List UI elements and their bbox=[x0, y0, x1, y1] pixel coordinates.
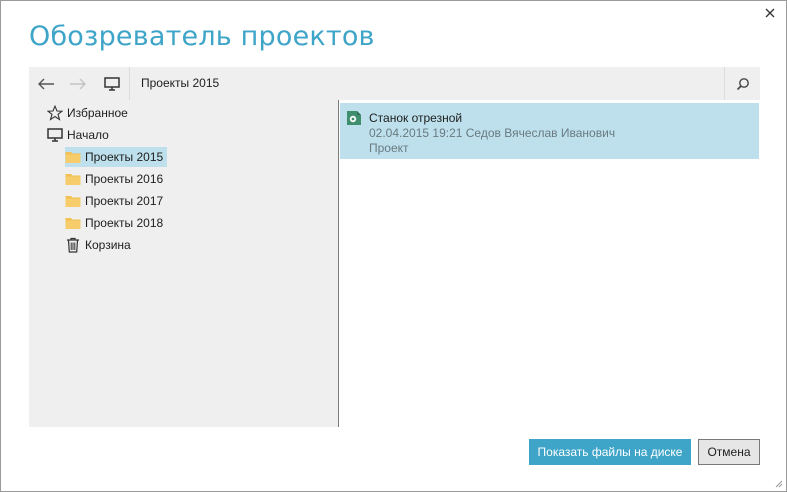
breadcrumb[interactable]: Проекты 2015 bbox=[141, 67, 219, 100]
monitor-icon bbox=[104, 76, 120, 91]
project-browser-window: Обозреватель проектов Проекты 2015 Избра… bbox=[0, 0, 787, 492]
tree-item-projects-2018[interactable]: Проекты 2018 bbox=[65, 213, 167, 233]
tree-item-label: Проекты 2015 bbox=[85, 150, 164, 164]
folder-icon bbox=[65, 149, 81, 165]
tree-item-trash[interactable]: Корзина bbox=[65, 235, 135, 255]
tree-item-label: Избранное bbox=[67, 106, 128, 120]
tree-item-label: Корзина bbox=[85, 238, 131, 252]
folder-icon bbox=[65, 193, 81, 209]
tree-item-label: Проекты 2017 bbox=[85, 194, 164, 208]
home-button[interactable] bbox=[99, 67, 125, 100]
arrow-left-icon bbox=[38, 78, 54, 89]
list-item[interactable]: Станок отрезной 02.04.2015 19:21 Седов В… bbox=[340, 103, 759, 159]
project-list: Станок отрезной 02.04.2015 19:21 Седов В… bbox=[340, 100, 760, 427]
tree-item-label: Проекты 2018 bbox=[85, 216, 164, 230]
tree-item-label: Проекты 2016 bbox=[85, 172, 164, 186]
tree-item-projects-2015[interactable]: Проекты 2015 bbox=[65, 147, 168, 167]
star-icon bbox=[47, 105, 63, 121]
monitor-icon bbox=[47, 127, 63, 143]
tree-item-favorites[interactable]: Избранное bbox=[47, 103, 132, 123]
search-icon bbox=[736, 77, 749, 90]
forward-button[interactable] bbox=[65, 67, 91, 100]
window-title: Обозреватель проектов bbox=[29, 21, 375, 52]
arrow-right-icon bbox=[70, 78, 86, 89]
project-name: Станок отрезной bbox=[369, 111, 463, 125]
trash-icon bbox=[65, 237, 81, 253]
resize-grip-icon[interactable] bbox=[773, 478, 783, 488]
toolbar-separator bbox=[129, 67, 130, 100]
toolbar: Проекты 2015 bbox=[29, 67, 760, 100]
close-button[interactable] bbox=[762, 5, 778, 21]
close-icon bbox=[765, 8, 775, 18]
show-files-on-disk-button[interactable]: Показать файлы на диске bbox=[529, 439, 691, 465]
project-meta: 02.04.2015 19:21 Седов Вячеслав Иванович bbox=[369, 126, 616, 140]
folder-tree: Избранное Начало Проекты 2015 Проекты 20… bbox=[29, 100, 339, 427]
project-kind: Проект bbox=[369, 141, 409, 155]
cancel-button[interactable]: Отмена bbox=[698, 439, 760, 465]
back-button[interactable] bbox=[33, 67, 59, 100]
tree-item-label: Начало bbox=[67, 128, 109, 142]
project-document-icon bbox=[347, 111, 361, 125]
folder-icon bbox=[65, 215, 81, 231]
folder-icon bbox=[65, 171, 81, 187]
tree-item-projects-2016[interactable]: Проекты 2016 bbox=[65, 169, 167, 189]
tree-item-projects-2017[interactable]: Проекты 2017 bbox=[65, 191, 167, 211]
tree-item-home[interactable]: Начало bbox=[47, 125, 113, 145]
search-button[interactable] bbox=[724, 67, 760, 100]
